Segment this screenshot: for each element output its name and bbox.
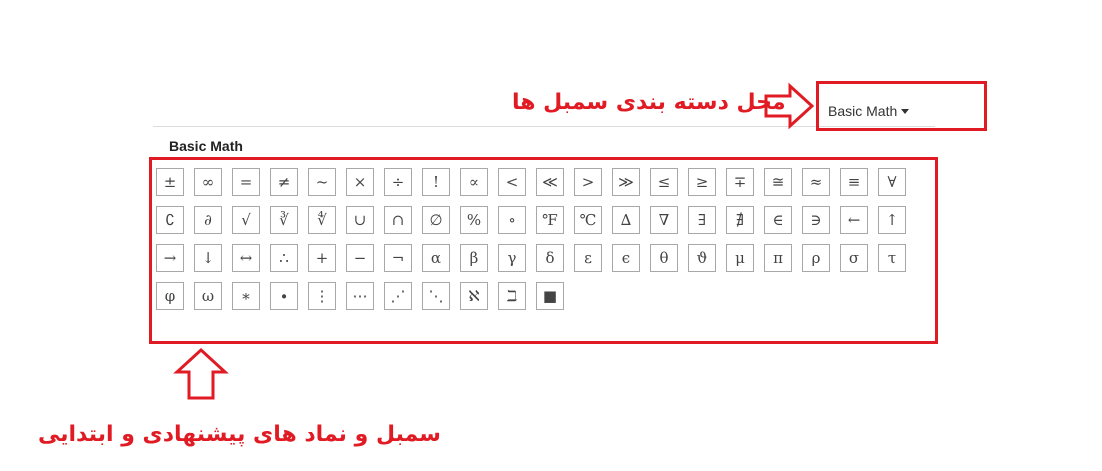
annotation-box-category (816, 81, 987, 131)
arrow-up-icon (173, 347, 229, 400)
section-title: Basic Math (169, 138, 243, 154)
annotation-suggested-symbols: سمبل و نماد های پیشنهادی و ابتدایی (38, 422, 441, 447)
annotation-category-location: محل دسته بندی سمبل ها (512, 90, 786, 115)
annotation-box-symbols (149, 157, 938, 344)
